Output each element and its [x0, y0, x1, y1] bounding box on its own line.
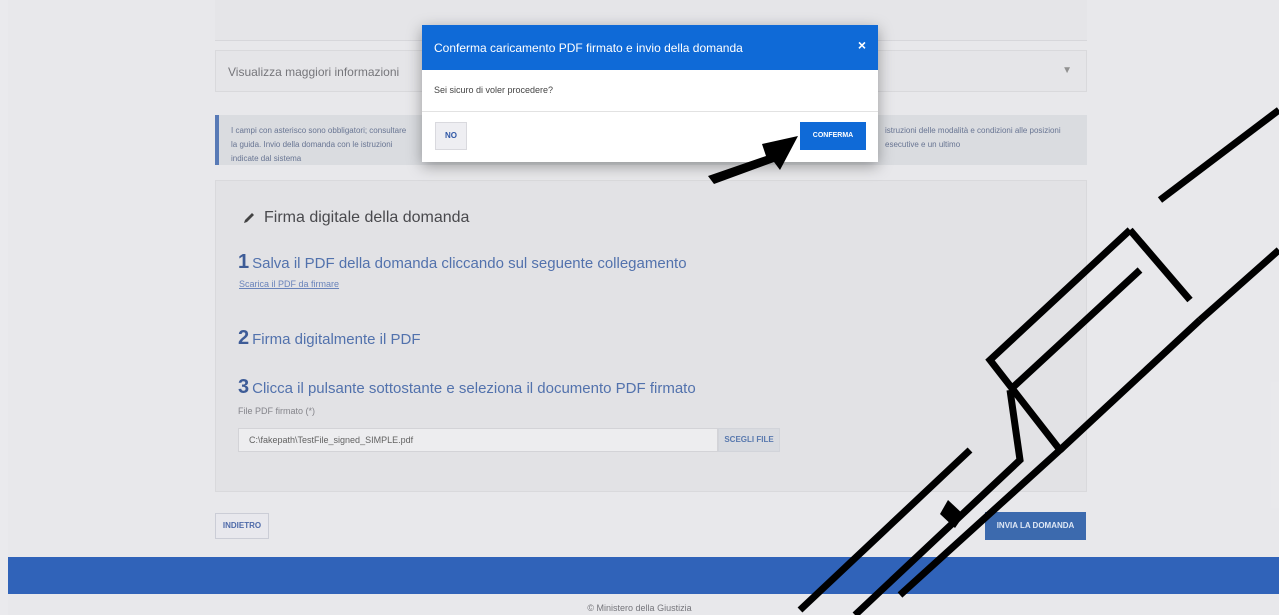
- download-pdf-link[interactable]: Scarica il PDF da firmare: [239, 279, 339, 289]
- step-2-text: Firma digitalmente il PDF: [252, 331, 421, 348]
- file-label: File PDF firmato (*): [238, 406, 316, 416]
- step-3-text: Clicca il pulsante sottostante e selezio…: [252, 380, 696, 397]
- step-1: 1 Salva il PDF della domanda cliccando su…: [238, 251, 687, 274]
- step-2: 2 Firma digitalmente il PDF: [238, 327, 421, 350]
- watermark-logo: [797, 107, 1279, 615]
- step-3: 3 Clicca il pulsante sottostante e selezi…: [238, 376, 696, 399]
- accordion-label: Visualizza maggiori informazioni: [228, 65, 400, 79]
- dialog-message: Sei sicuro di voler procedere?: [434, 85, 554, 95]
- step-1-text: Salva il PDF della domanda cliccando sul…: [252, 255, 687, 272]
- file-path-field[interactable]: C:\fakepath\TestFile_signed_SIMPLE.pdf: [238, 428, 718, 452]
- dialog-title: Conferma caricamento PDF firmato e invio…: [434, 41, 743, 55]
- dialog-header: Conferma caricamento PDF firmato e invio…: [422, 25, 878, 70]
- step-3-number: 3: [238, 376, 250, 398]
- step-1-number: 1: [238, 251, 250, 273]
- section-title-text: Firma digitale della domanda: [264, 209, 470, 226]
- pencil-icon: [244, 213, 254, 223]
- no-button[interactable]: NO: [435, 122, 467, 150]
- close-icon[interactable]: ×: [858, 37, 866, 53]
- chevron-down-icon[interactable]: ▼: [1062, 65, 1072, 76]
- info-text-left: I campi con asterisco sono obbligatori; …: [231, 126, 407, 163]
- section-title: Firma digitale della domanda: [242, 209, 469, 227]
- back-button[interactable]: INDIETRO: [215, 513, 269, 539]
- step-2-number: 2: [238, 327, 250, 349]
